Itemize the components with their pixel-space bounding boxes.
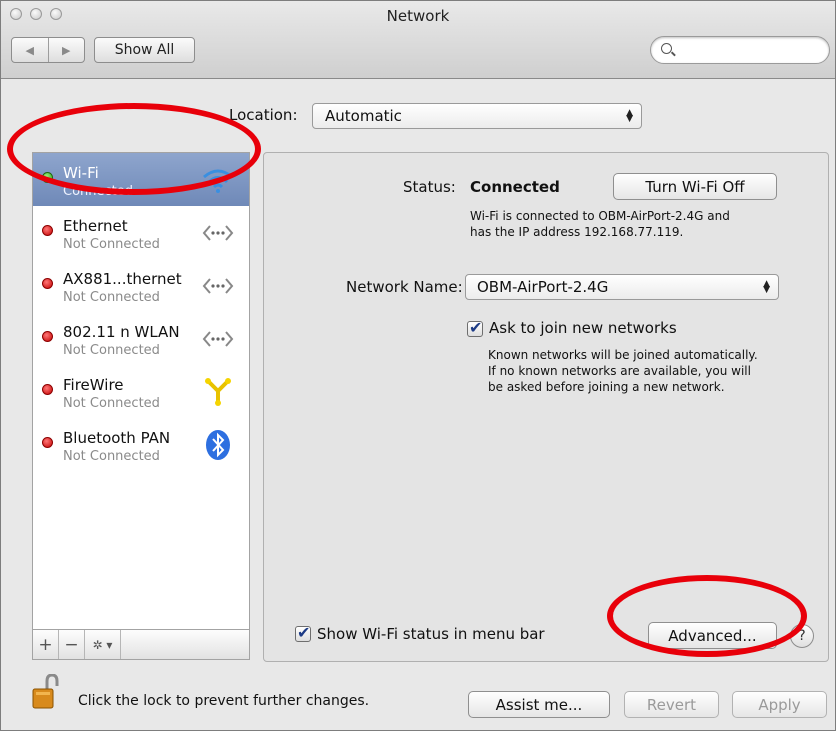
assist-me-button[interactable]: Assist me... <box>468 691 610 718</box>
service-status: Not Connected <box>63 237 160 252</box>
add-service-button[interactable]: + <box>33 630 59 659</box>
remove-service-button[interactable]: − <box>59 630 85 659</box>
ethernet-icon <box>202 331 234 347</box>
updown-arrows-icon: ▲ ▼ <box>626 108 633 124</box>
status-label: Status: <box>403 178 456 196</box>
network-name-label: Network Name: <box>346 278 463 296</box>
ask-to-join-label: Ask to join new networks <box>489 319 677 337</box>
location-label: Location: <box>229 106 298 124</box>
location-select[interactable]: Automatic ▲ ▼ <box>312 103 642 129</box>
status-desc-line: Wi-Fi is connected to OBM-AirPort-2.4G a… <box>470 209 730 223</box>
advanced-button[interactable]: Advanced... <box>648 622 777 649</box>
service-status: Not Connected <box>63 343 160 358</box>
network-name-value: OBM-AirPort-2.4G <box>477 278 609 296</box>
service-status: Not Connected <box>63 396 160 411</box>
turn-wifi-off-button[interactable]: Turn Wi-Fi Off <box>613 173 777 200</box>
status-dot-icon <box>42 172 53 183</box>
service-item-wifi[interactable]: Wi-Fi Connected <box>33 153 249 206</box>
service-item-ethernet[interactable]: Ethernet Not Connected <box>33 206 249 259</box>
network-name-select[interactable]: OBM-AirPort-2.4G ▲ ▼ <box>465 274 779 300</box>
status-desc-line: has the IP address 192.168.77.119. <box>470 225 684 239</box>
service-item-80211n-wlan[interactable]: 802.11 n WLAN Not Connected <box>33 312 249 365</box>
back-button[interactable]: ◀ <box>12 38 49 62</box>
ask-desc-line: Known networks will be joined automatica… <box>488 348 758 362</box>
ethernet-icon <box>202 225 234 241</box>
ask-to-join-checkbox[interactable] <box>467 318 483 337</box>
firewire-icon <box>205 378 231 406</box>
service-name: Bluetooth PAN <box>63 429 171 447</box>
status-dot-icon <box>42 225 53 236</box>
ask-to-join-description: Known networks will be joined automatica… <box>488 347 758 395</box>
help-button[interactable]: ? <box>790 624 814 648</box>
status-value: Connected <box>470 178 560 196</box>
service-list-controls: + − ✲ ▾ <box>32 630 250 660</box>
ask-desc-line: be asked before joining a new network. <box>488 380 725 394</box>
network-preferences-window: Network ◀ ▶ Show All Location: Automatic… <box>0 0 836 731</box>
search-icon <box>661 43 672 54</box>
service-name: 802.11 n WLAN <box>63 323 180 341</box>
service-status: Not Connected <box>63 290 160 305</box>
service-name: AX881...thernet <box>63 270 182 288</box>
service-item-firewire[interactable]: FireWire Not Connected <box>33 365 249 418</box>
bluetooth-icon <box>206 430 230 460</box>
status-dot-icon <box>42 331 53 342</box>
show-wifi-status-checkbox[interactable] <box>295 623 311 642</box>
back-forward-control: ◀ ▶ <box>11 37 85 63</box>
service-item-ax881-ethernet[interactable]: AX881...thernet Not Connected <box>33 259 249 312</box>
service-status: Connected <box>63 184 134 199</box>
wifi-icon <box>203 169 233 193</box>
unlocked-padlock-icon[interactable] <box>31 674 61 710</box>
service-status: Not Connected <box>63 449 160 464</box>
show-wifi-status-label: Show Wi-Fi status in menu bar <box>317 625 545 643</box>
updown-arrows-icon: ▲ ▼ <box>763 279 770 295</box>
ask-desc-line: If no known networks are available, you … <box>488 364 751 378</box>
apply-button[interactable]: Apply <box>732 691 827 718</box>
status-dot-icon <box>42 437 53 448</box>
show-all-button[interactable]: Show All <box>94 37 195 63</box>
gear-menu-button[interactable]: ✲ ▾ <box>85 630 121 659</box>
status-description: Wi-Fi is connected to OBM-AirPort-2.4G a… <box>470 208 730 240</box>
status-dot-icon <box>42 278 53 289</box>
service-name: Ethernet <box>63 217 128 235</box>
location-value: Automatic <box>325 107 402 125</box>
title-bar: Network ◀ ▶ Show All <box>1 1 835 79</box>
service-name: FireWire <box>63 376 124 394</box>
status-dot-icon <box>42 384 53 395</box>
revert-button[interactable]: Revert <box>624 691 719 718</box>
forward-button[interactable]: ▶ <box>49 38 85 62</box>
window-title: Network <box>386 7 450 25</box>
service-name: Wi-Fi <box>63 164 99 182</box>
service-list: Wi-Fi Connected Ethernet Not Connected A… <box>32 152 250 630</box>
ethernet-icon <box>202 278 234 294</box>
search-field[interactable] <box>650 36 830 64</box>
lock-instruction-text: Click the lock to prevent further change… <box>78 693 370 709</box>
service-item-bluetooth-pan[interactable]: Bluetooth PAN Not Connected <box>33 418 249 471</box>
